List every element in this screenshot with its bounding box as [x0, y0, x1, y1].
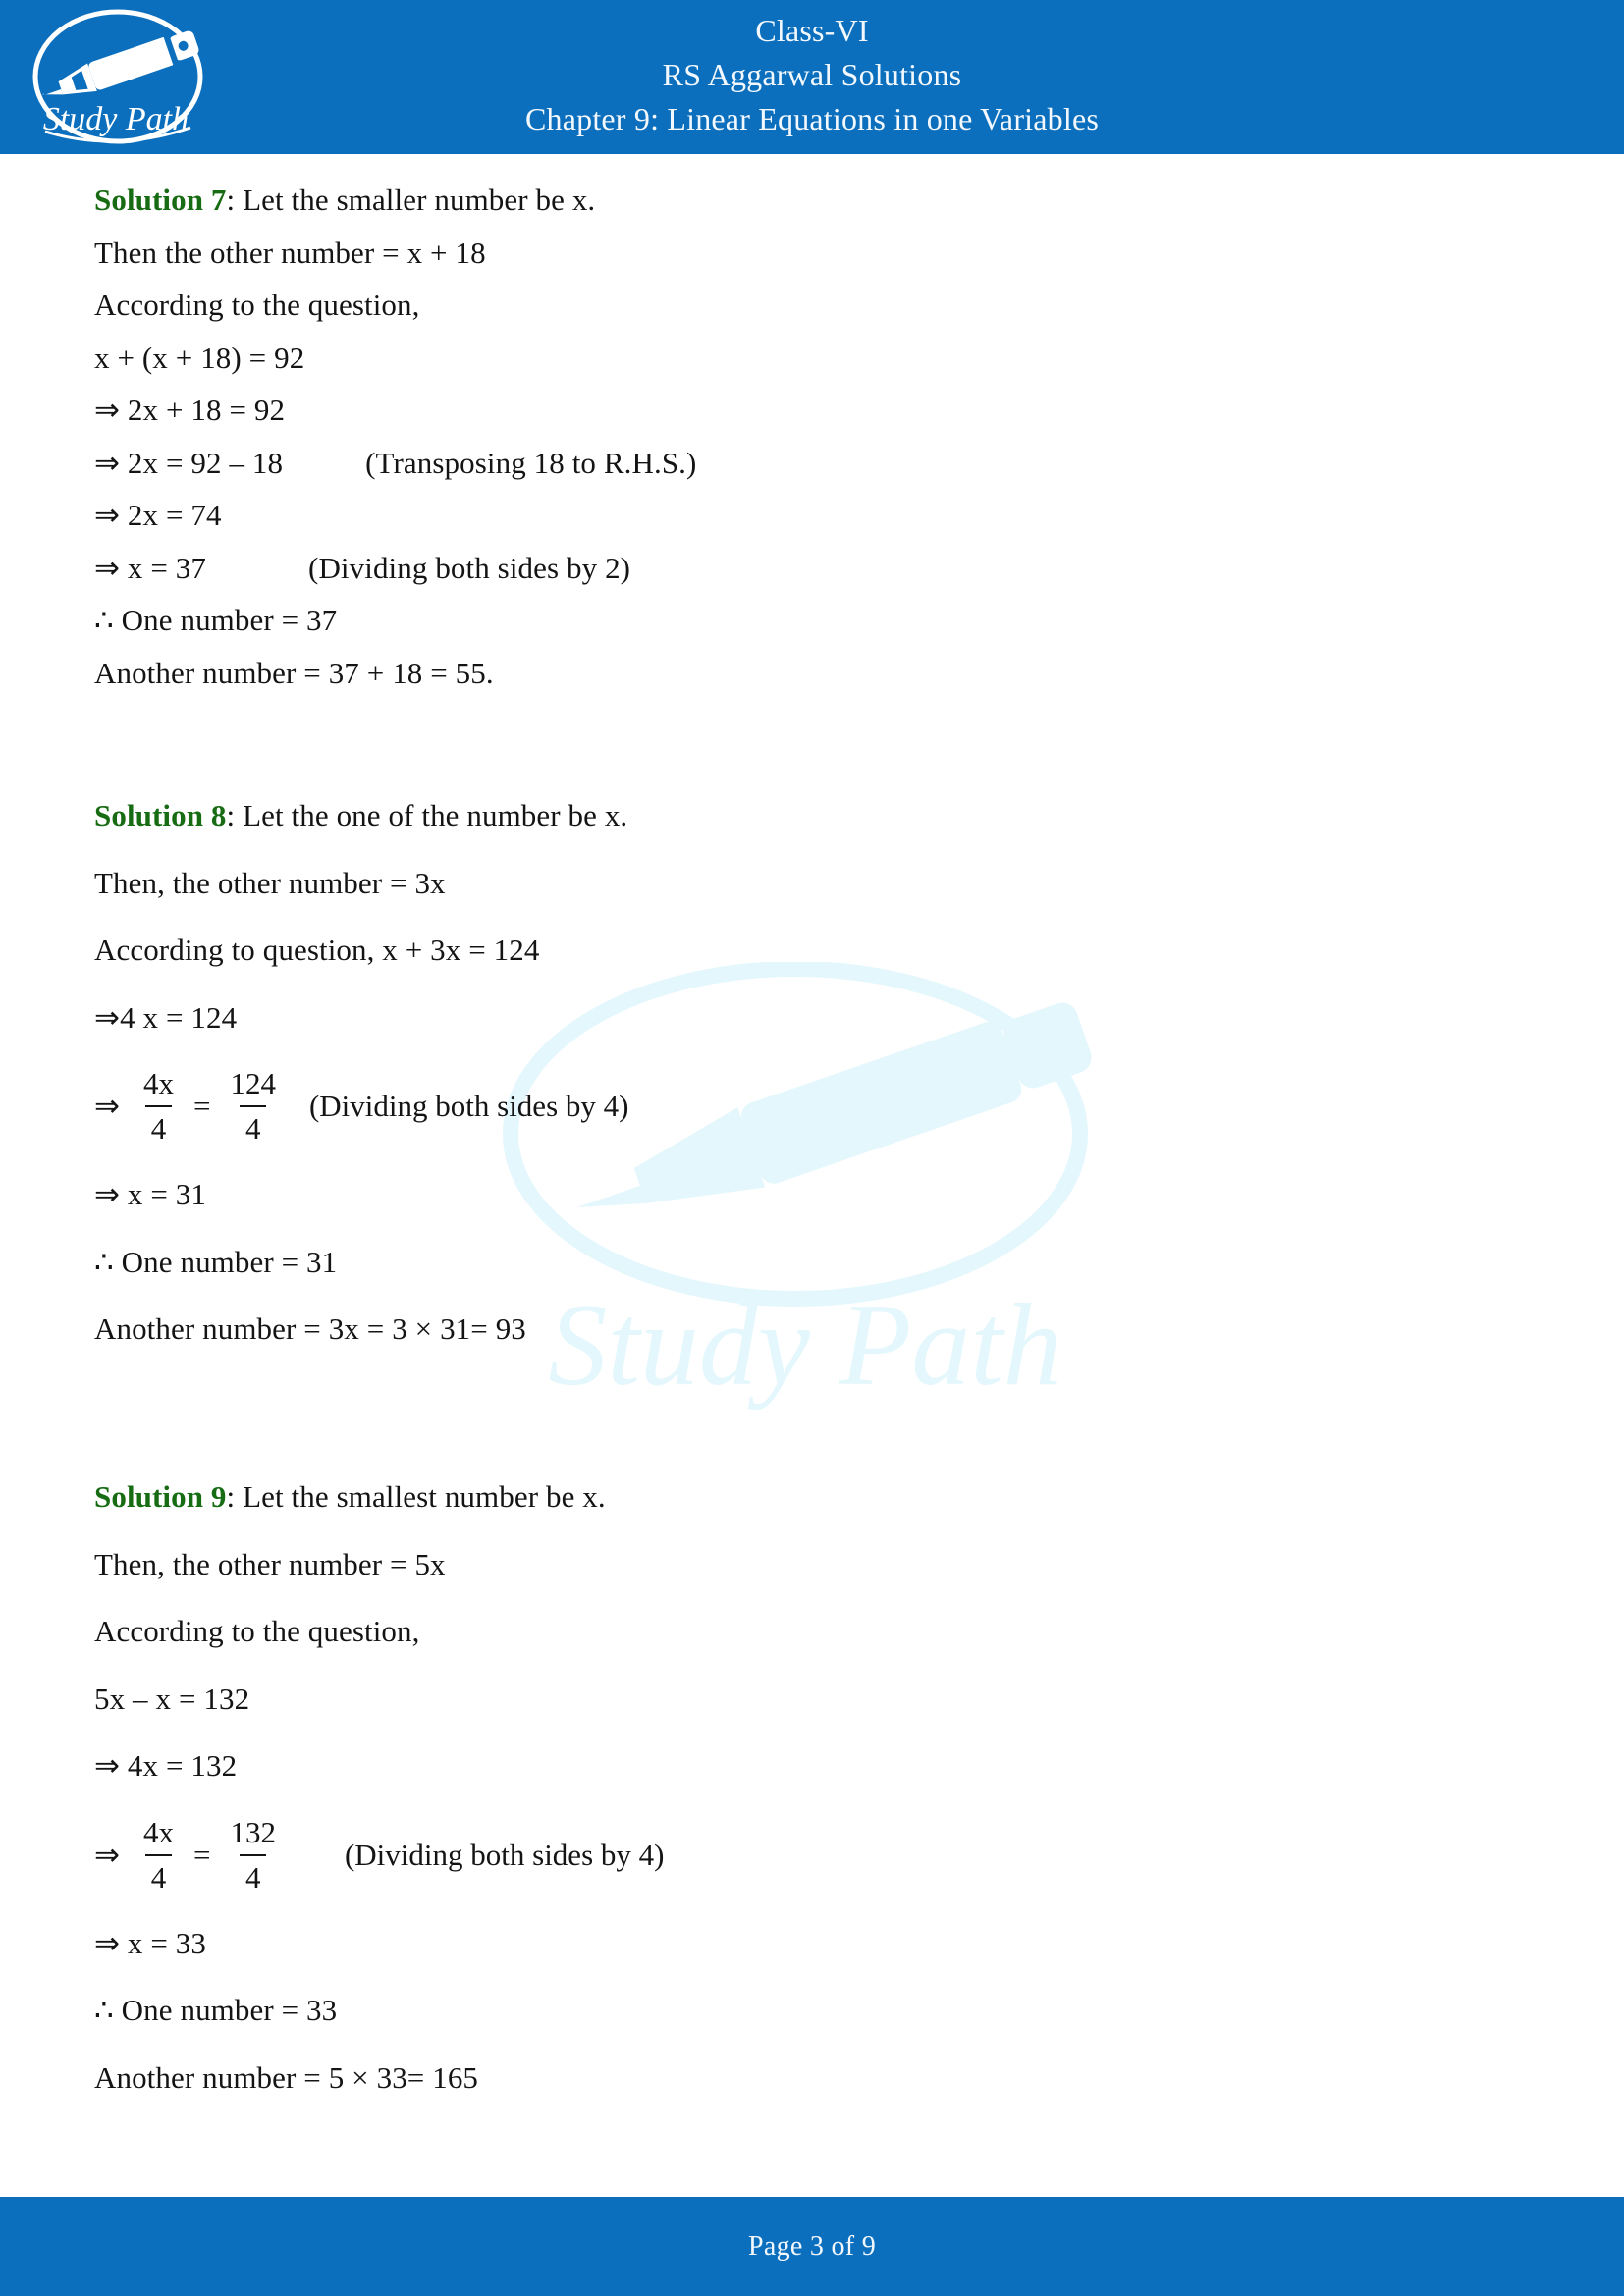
solution-8-fraction-arrow: ⇒	[94, 1089, 120, 1123]
solution-7-line-2: According to the question,	[94, 288, 420, 322]
page-number-text: Page 3 of 9	[747, 2230, 877, 2262]
solution-7-line-7-eq: ⇒ x = 37	[94, 550, 207, 585]
solution-9-line-1: Then, the other number = 5x	[94, 1546, 446, 1581]
header-title-group: Class-VI RS Aggarwal Solutions Chapter 9…	[295, 9, 1329, 141]
page-header: Study Path Class-VI RS Aggarwal Solution…	[0, 0, 1624, 158]
solution-8-fraction-note: (Dividing both sides by 4)	[308, 1089, 629, 1123]
solution-block-8: Solution 8: Let the one of the number be…	[94, 782, 1538, 1363]
solution-9-line-5: ⇒ x = 33	[94, 1925, 207, 1960]
solution-9-fraction-arrow: ⇒	[94, 1837, 120, 1872]
solution-7-label: Solution 7	[94, 183, 227, 217]
solution-7-intro: : Let the smaller number be x.	[226, 183, 596, 217]
solution-7-line-4: ⇒ 2x + 18 = 92	[94, 393, 286, 427]
solution-8-intro: : Let the one of the number be x.	[226, 798, 628, 832]
solution-block-7: Solution 7: Let the smaller number be x.…	[94, 174, 1538, 699]
solution-9-line-4: ⇒ 4x = 132	[94, 1748, 238, 1783]
solution-7-line-5-note: (Transposing 18 to R.H.S.)	[365, 445, 697, 480]
solution-9-label: Solution 9	[94, 1479, 227, 1514]
solution-8-fraction-equals: =	[192, 1089, 211, 1123]
solution-9-line-6: ∴ One number = 33	[94, 1993, 338, 2027]
solution-9-fraction-right: 132 4	[224, 1813, 282, 1897]
solution-8-line-4: ⇒ x = 31	[94, 1177, 207, 1211]
page-footer: Page 3 of 9	[0, 2197, 1624, 2296]
solution-8-fraction-equation: ⇒ 4x 4 = 124 4 (Dividing both sides by 4…	[94, 1051, 1538, 1161]
solution-8-heading-line: Solution 8: Let the one of the number be…	[94, 782, 1538, 850]
solution-7-line-1: Then the other number = x + 18	[94, 235, 486, 270]
solution-9-heading-line: Solution 9: Let the smallest number be x…	[94, 1464, 1538, 1531]
solution-7-line-7: ⇒ x = 37 (Dividing both sides by 2)	[94, 542, 1538, 595]
solution-7-line-3: x + (x + 18) = 92	[94, 340, 305, 375]
solution-7-line-9: Another number = 37 + 18 = 55.	[94, 655, 494, 690]
solution-8-fraction-left-numerator: 4x	[142, 1066, 174, 1100]
header-chapter-line: Chapter 9: Linear Equations in one Varia…	[524, 101, 1100, 136]
solution-8-fraction-left-denominator: 4	[144, 1105, 173, 1148]
solution-block-9: Solution 9: Let the smallest number be x…	[94, 1464, 1538, 2111]
solution-8-fraction-left: 4x 4	[137, 1064, 180, 1148]
solution-9-fraction-equation: ⇒ 4x 4 = 132 4 (Dividing both sides by 4…	[94, 1800, 1538, 1910]
solution-9-fraction-right-denominator: 4	[239, 1853, 267, 1897]
solution-8-label: Solution 8	[94, 798, 227, 832]
solution-8-fraction-right: 124 4	[224, 1064, 282, 1148]
solution-8-line-1: Then, the other number = 3x	[94, 865, 446, 900]
solution-8-line-6: Another number = 3x = 3 × 31= 93	[94, 1311, 526, 1346]
solution-7-line-7-note: (Dividing both sides by 2)	[308, 550, 631, 585]
solution-9-line-2: According to the question,	[94, 1614, 420, 1648]
solution-9-fraction-left: 4x 4	[137, 1813, 180, 1897]
document-content: Solution 7: Let the smaller number be x.…	[0, 158, 1624, 2197]
solution-8-line-5: ∴ One number = 31	[94, 1244, 338, 1279]
solution-9-fraction-equals: =	[192, 1837, 211, 1872]
solution-8-fraction-right-numerator: 124	[230, 1066, 276, 1100]
solution-7-line-6: ⇒ 2x = 74	[94, 498, 222, 532]
solution-8-line-2: According to question, x + 3x = 124	[94, 933, 540, 967]
solution-9-fraction-right-numerator: 132	[230, 1814, 276, 1849]
solution-8-line-3: ⇒4 x = 124	[94, 999, 238, 1035]
study-path-logo: Study Path	[22, 6, 228, 153]
header-book-line: RS Aggarwal Solutions	[662, 57, 962, 92]
solution-9-fraction-left-numerator: 4x	[142, 1814, 174, 1849]
solution-9-fraction-note: (Dividing both sides by 4)	[344, 1837, 665, 1872]
solution-8-fraction-right-denominator: 4	[239, 1105, 267, 1148]
solution-9-intro: : Let the smallest number be x.	[226, 1479, 606, 1514]
logo-wordmark: Study Path	[43, 101, 189, 137]
solution-9-line-3: 5x – x = 132	[94, 1681, 250, 1716]
solution-7-line-5: ⇒ 2x = 92 – 18 (Transposing 18 to R.H.S.)	[94, 437, 1538, 490]
solution-7-line-8: ∴ One number = 37	[94, 603, 338, 637]
solution-7-heading-line: Solution 7: Let the smaller number be x.	[94, 174, 1538, 227]
solution-9-line-7: Another number = 5 × 33= 165	[94, 2059, 479, 2095]
solution-7-line-5-eq: ⇒ 2x = 92 – 18	[94, 445, 284, 480]
solution-9-fraction-left-denominator: 4	[144, 1853, 173, 1897]
header-class-line: Class-VI	[755, 13, 869, 48]
